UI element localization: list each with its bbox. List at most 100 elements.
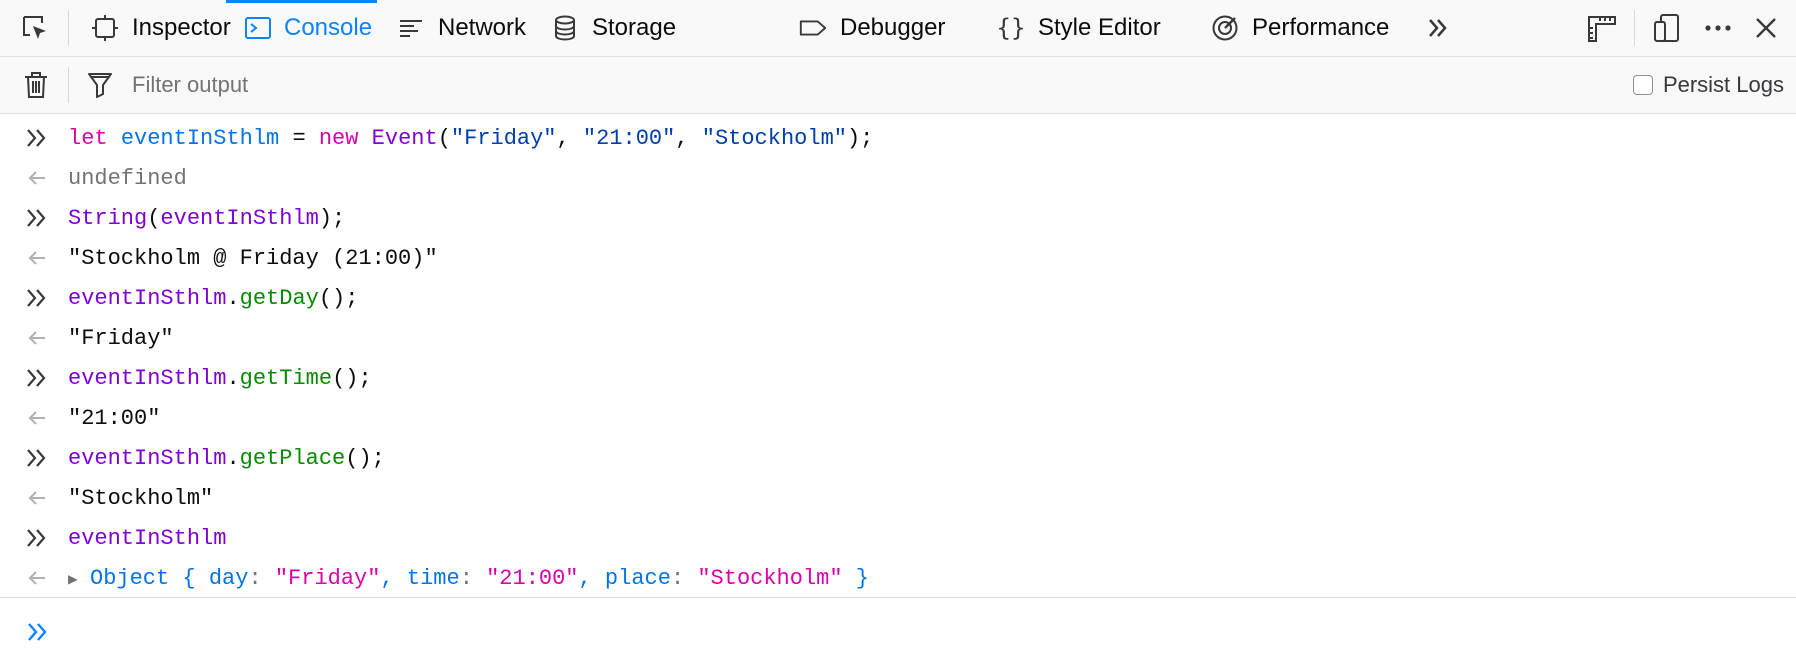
input-chevrons-icon bbox=[0, 358, 68, 398]
tab-console[interactable]: Console bbox=[226, 0, 377, 56]
console-input-row: eventInSthlm.getDay(); bbox=[0, 278, 1796, 318]
console-input-line[interactable] bbox=[0, 597, 1796, 669]
more-icon bbox=[1705, 25, 1731, 31]
tab-storage[interactable]: Storage bbox=[532, 0, 694, 56]
console-input-row: eventInSthlm.getTime(); bbox=[0, 358, 1796, 398]
tab-inspector[interactable]: Inspector bbox=[72, 0, 249, 56]
tab-performance[interactable]: Performance bbox=[1192, 0, 1407, 56]
code-token: "Stockholm" bbox=[701, 125, 847, 151]
code-token: { bbox=[169, 565, 209, 591]
code-token: . bbox=[226, 445, 240, 471]
code-token: eventInSthlm bbox=[68, 445, 227, 471]
measure-icon bbox=[1588, 16, 1616, 42]
toolbar-separator bbox=[68, 67, 69, 103]
tab-label: Console bbox=[284, 14, 373, 41]
code-token: ); bbox=[846, 125, 874, 151]
responsive-design-icon bbox=[1654, 14, 1679, 42]
code-token: time bbox=[406, 565, 460, 591]
code-token: ( bbox=[147, 205, 161, 231]
console-row-text: String(eventInSthlm); bbox=[68, 206, 345, 231]
code-token: ( bbox=[437, 125, 451, 151]
performance-icon bbox=[1210, 13, 1240, 43]
console-icon bbox=[244, 13, 272, 43]
funnel-icon bbox=[88, 73, 112, 98]
persist-logs-checkbox[interactable] bbox=[1632, 75, 1653, 95]
expand-triangle-icon[interactable]: ▶ bbox=[68, 569, 90, 589]
console-result-row: undefined bbox=[0, 158, 1796, 198]
result-arrow-icon bbox=[0, 558, 68, 598]
code-token: "21:00" bbox=[582, 125, 676, 151]
measure-button[interactable] bbox=[1582, 8, 1622, 48]
console-output: let eventInSthlm = new Event("Friday", "… bbox=[0, 118, 1796, 598]
code-token: (); bbox=[345, 445, 385, 471]
code-token: getPlace bbox=[239, 445, 346, 471]
element-picker-button[interactable] bbox=[8, 6, 62, 50]
code-token: getTime bbox=[239, 365, 333, 391]
console-row-text: "Stockholm" bbox=[68, 486, 213, 511]
code-token: (); bbox=[318, 285, 359, 311]
console-row-text: eventInSthlm bbox=[68, 526, 226, 551]
filter-button[interactable] bbox=[80, 65, 120, 105]
tab-network[interactable]: Network bbox=[378, 0, 544, 56]
code-token: : bbox=[459, 565, 487, 591]
code-token: "Friday" bbox=[274, 565, 381, 591]
code-token: , bbox=[675, 125, 702, 151]
code-token: , bbox=[556, 125, 583, 151]
result-arrow-icon bbox=[0, 238, 68, 278]
more-options-button[interactable] bbox=[1698, 8, 1738, 48]
filter-output-input[interactable] bbox=[124, 65, 1574, 105]
more-tools-button[interactable] bbox=[1418, 8, 1458, 48]
devtools-toolbar: Inspector Console Network Storage Debugg… bbox=[0, 0, 1796, 57]
input-chevrons-icon bbox=[0, 198, 68, 238]
tab-debugger[interactable]: Debugger bbox=[780, 0, 963, 56]
code-token: getDay bbox=[239, 285, 319, 311]
code-token: "Stockholm" bbox=[697, 565, 843, 591]
code-token: new bbox=[318, 125, 359, 151]
input-chevrons-icon bbox=[0, 278, 68, 318]
code-token: : bbox=[670, 565, 698, 591]
code-token: eventInSthlm bbox=[120, 125, 280, 151]
storage-icon bbox=[550, 13, 580, 43]
code-token: , bbox=[380, 565, 407, 591]
code-token: = bbox=[279, 125, 319, 151]
console-row-text: "Stockholm @ Friday (21:00)" bbox=[68, 246, 438, 271]
close-button[interactable] bbox=[1746, 8, 1786, 48]
tab-label: Network bbox=[438, 14, 527, 41]
tab-label: Debugger bbox=[840, 14, 946, 41]
code-token: , bbox=[578, 565, 605, 591]
tab-style-editor[interactable]: {} Style Editor bbox=[978, 0, 1179, 56]
responsive-design-button[interactable] bbox=[1648, 8, 1688, 48]
code-token: "21:00" bbox=[486, 565, 579, 591]
code-token: "Friday" bbox=[68, 325, 174, 351]
console-result-row: "Stockholm" bbox=[0, 478, 1796, 518]
code-token: place bbox=[604, 565, 671, 591]
code-token: . bbox=[226, 365, 240, 391]
toolbar-separator bbox=[1634, 10, 1635, 46]
code-token: } bbox=[842, 565, 869, 591]
code-token: "Stockholm @ Friday (21:00)" bbox=[68, 245, 438, 271]
input-chevrons-icon bbox=[0, 518, 68, 558]
console-filter-bar: Persist Logs bbox=[0, 57, 1796, 114]
code-token: Event bbox=[371, 125, 438, 151]
persist-logs-toggle[interactable]: Persist Logs bbox=[1632, 65, 1784, 105]
tab-label: Style Editor bbox=[1038, 14, 1161, 41]
result-arrow-icon bbox=[0, 398, 68, 438]
console-result-row[interactable]: ▶ Object { day: "Friday", time: "21:00", … bbox=[0, 558, 1796, 598]
debugger-icon bbox=[798, 13, 828, 43]
code-token: day bbox=[208, 565, 249, 591]
tab-label: Inspector bbox=[132, 14, 231, 41]
code-token: eventInSthlm bbox=[68, 285, 227, 311]
code-token: String bbox=[68, 205, 148, 231]
console-result-row: "21:00" bbox=[0, 398, 1796, 438]
code-token: . bbox=[226, 285, 240, 311]
clear-console-button[interactable] bbox=[16, 65, 56, 105]
console-row-text: ▶ Object { day: "Friday", time: "21:00", … bbox=[68, 566, 869, 591]
console-row-text: eventInSthlm.getDay(); bbox=[68, 286, 358, 311]
input-chevrons-icon bbox=[0, 438, 68, 478]
tab-label: Performance bbox=[1252, 14, 1390, 41]
input-chevrons-icon bbox=[0, 118, 68, 158]
inspector-icon bbox=[90, 13, 120, 43]
console-input-row: eventInSthlm.getPlace(); bbox=[0, 438, 1796, 478]
